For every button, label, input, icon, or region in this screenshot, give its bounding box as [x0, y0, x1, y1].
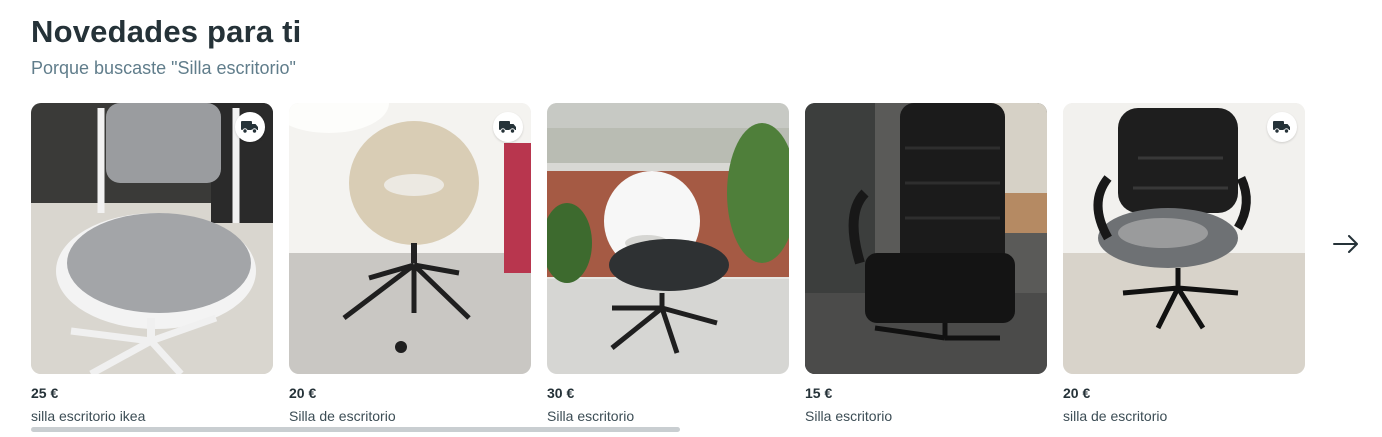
product-price: 20 € [1063, 385, 1091, 401]
product-price: 25 € [31, 385, 59, 401]
product-image[interactable] [31, 103, 273, 374]
section-subtitle: Porque buscaste "Silla escritorio" [31, 58, 296, 78]
product-image[interactable] [289, 103, 531, 374]
delivery-truck-icon [1273, 121, 1290, 134]
product-title: silla escritorio ikea [31, 408, 146, 424]
shipping-badge [1267, 112, 1297, 142]
product-card[interactable]: 25 € silla escritorio ikea [31, 103, 273, 424]
product-image[interactable] [1063, 103, 1305, 374]
product-price: 30 € [547, 385, 575, 401]
product-card[interactable]: 20 € silla de escritorio [1063, 103, 1305, 424]
product-card[interactable]: 15 € Silla escritorio [805, 103, 1047, 424]
product-title: Silla escritorio [547, 408, 635, 424]
carousel-next-button[interactable] [1328, 228, 1364, 260]
product-carousel: 25 € silla escritorio ikea 20 € Silla de… [31, 103, 1321, 433]
product-title: Silla de escritorio [289, 408, 396, 424]
product-price: 20 € [289, 385, 317, 401]
product-price: 15 € [805, 385, 833, 401]
product-card[interactable]: 20 € Silla de escritorio [289, 103, 531, 424]
delivery-truck-icon [499, 121, 516, 134]
product-title: Silla escritorio [805, 408, 893, 424]
product-image[interactable] [805, 103, 1047, 374]
carousel-scrollbar[interactable] [31, 427, 680, 432]
section-title: Novedades para ti [31, 14, 302, 49]
shipping-badge [493, 112, 523, 142]
product-card[interactable]: 30 € Silla escritorio [547, 103, 789, 424]
product-title: silla de escritorio [1063, 408, 1168, 424]
arrow-right-icon [1333, 235, 1358, 253]
shipping-badge [235, 112, 265, 142]
delivery-truck-icon [241, 121, 258, 134]
product-image[interactable] [547, 103, 789, 374]
